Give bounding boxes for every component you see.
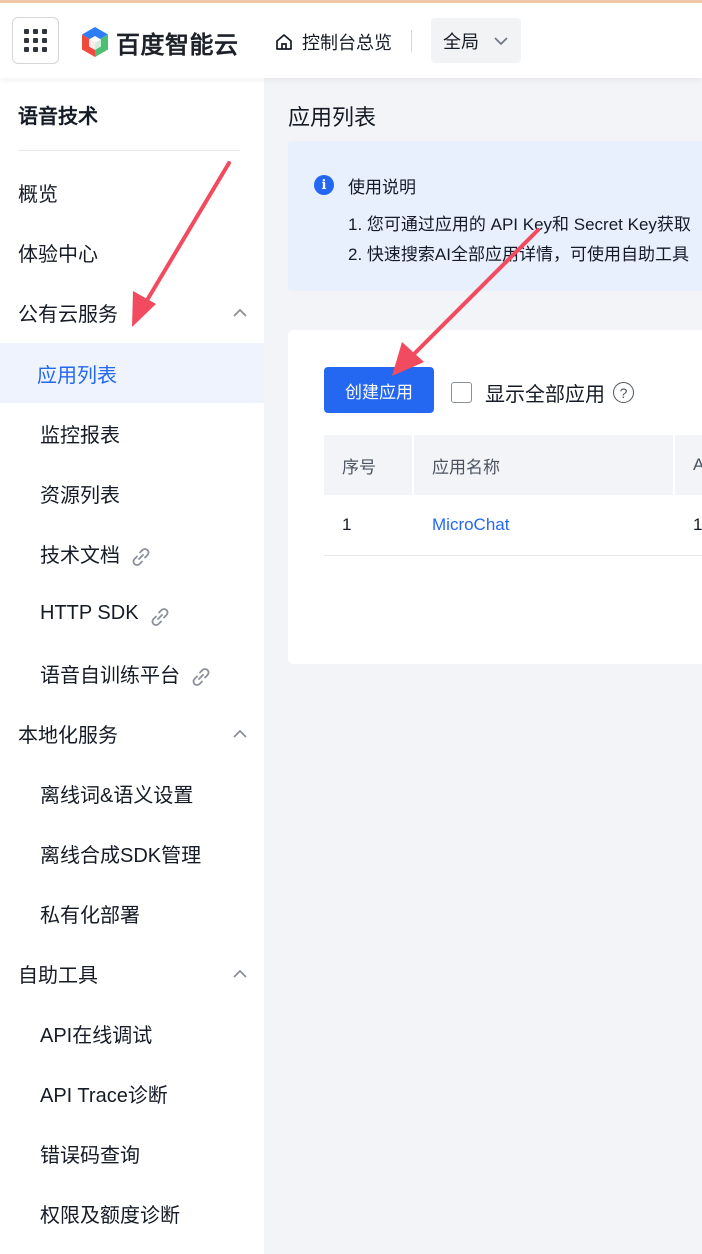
column-header-api-key: A [693,455,702,474]
main-content: 应用列表 i 使用说明 1. 您可通过应用的 API Key和 Secret K… [264,78,702,1254]
sidebar-item-monitor-report[interactable]: 监控报表 [0,403,264,463]
notice-line-1: 1. 您可通过应用的 API Key和 Secret Key获取 [348,215,691,234]
info-icon: i [314,175,334,195]
chevron-up-icon [233,969,247,978]
logo-text: 百度智能云 [116,31,239,59]
sidebar-item-label: 本地化服务 [18,724,118,747]
sidebar-item-api-debug[interactable]: API在线调试 [0,1003,264,1063]
sidebar-item-label: API Trace诊断 [40,1084,168,1107]
sidebar-item-label: 语音自训练平台 [40,664,180,687]
sidebar-item-label: 概览 [18,183,58,206]
baidu-cloud-logo[interactable]: 百度智能云 [80,25,239,59]
sidebar-item-error-code[interactable]: 错误码查询 [0,1123,264,1183]
sidebar-group-local-service[interactable]: 本地化服务 [0,703,264,763]
grid-dot [42,38,47,43]
grid-dot [33,29,38,34]
sidebar-item-label: HTTP SDK [40,601,139,624]
sidebar-divider [18,150,240,151]
show-all-apps-toggle[interactable]: 显示全部应用 ? [451,378,634,407]
sidebar-item-label: 监控报表 [40,424,120,447]
grid-dot [42,29,47,34]
help-icon[interactable]: ? [613,382,634,403]
sidebar-item-label: 公有云服务 [18,303,118,326]
sidebar-item-label: 自助工具 [18,964,98,987]
column-header-index: 序号 [342,457,376,477]
sidebar-item-label: 私有化部署 [40,904,140,927]
show-all-checkbox[interactable] [451,382,472,403]
console-overview-link[interactable]: 控制台总览 [274,29,392,55]
sidebar-title: 语音技术 [18,106,98,128]
sidebar-item-label: 应用列表 [37,364,117,387]
column-header-app-name: 应用名称 [432,457,500,477]
sidebar-group-self-tools[interactable]: 自助工具 [0,943,264,1003]
table-row: 1 MicroChat 1 [324,495,702,556]
link-icon [151,608,168,626]
apps-grid-button[interactable] [12,17,59,64]
sidebar-item-self-training-platform[interactable]: 语音自训练平台 [0,643,264,703]
app-name-link[interactable]: MicroChat [432,495,509,555]
usage-notice: i 使用说明 1. 您可通过应用的 API Key和 Secret Key获取 … [288,141,702,291]
sidebar-item-http-sdk[interactable]: HTTP SDK [0,583,264,643]
grid-dot [24,29,29,34]
sidebar-item-offline-words[interactable]: 离线词&语义设置 [0,763,264,823]
grid-dot [33,38,38,43]
chevron-down-icon [494,36,508,45]
grid-dot [42,47,47,52]
sidebar-group-public-cloud[interactable]: 公有云服务 [0,282,264,342]
sidebar-item-label: 技术文档 [40,544,120,567]
create-app-button[interactable]: 创建应用 [324,367,434,413]
top-header: 百度智能云 控制台总览 全局 [0,3,702,78]
region-label: 全局 [443,31,479,52]
sidebar-item-api-trace[interactable]: API Trace诊断 [0,1063,264,1123]
sidebar-item-label: 错误码查询 [40,1144,140,1167]
sidebar-item-private-deploy[interactable]: 私有化部署 [0,883,264,943]
region-select[interactable]: 全局 [431,18,521,63]
overview-label: 控制台总览 [302,33,392,53]
sidebar-item-overview[interactable]: 概览 [0,162,264,222]
notice-line-2: 2. 快速搜索AI全部应用详情，可使用自助工具 [348,245,689,264]
sidebar-item-resource-list[interactable]: 资源列表 [0,463,264,523]
grid-dot [24,47,29,52]
chevron-up-icon [233,729,247,738]
sidebar-item-offline-sdk[interactable]: 离线合成SDK管理 [0,823,264,883]
app-list-card: 创建应用 显示全部应用 ? 序号 应用名称 A 1 MicroChat 1 [288,330,702,664]
grid-dot [24,38,29,43]
sidebar-item-label: 资源列表 [40,484,120,507]
sidebar-item-quota-diagnose[interactable]: 权限及额度诊断 [0,1183,264,1243]
column-divider [673,435,675,495]
notice-title: 使用说明 [348,178,416,197]
chevron-up-icon [233,308,247,317]
sidebar-item-label: 离线合成SDK管理 [40,844,202,867]
sidebar-item-label: 离线词&语义设置 [40,784,194,807]
cell-api-key: 1 [693,515,702,534]
sidebar-item-label: API在线调试 [40,1024,153,1047]
sidebar-item-experience-center[interactable]: 体验中心 [0,222,264,282]
link-icon [132,548,150,566]
page-title: 应用列表 [288,105,377,130]
home-icon [276,34,292,50]
header-divider [411,30,412,52]
sidebar-item-tech-docs[interactable]: 技术文档 [0,523,264,583]
sidebar: 语音技术 概览 体验中心 公有云服务 应用列表 监控报表 资源列表 技术文档 H… [0,78,264,1254]
cell-index: 1 [342,515,352,534]
column-divider [412,435,414,495]
sidebar-item-label: 体验中心 [18,243,98,266]
sidebar-item-app-list[interactable]: 应用列表 [0,343,264,403]
link-icon [192,668,210,686]
logo-cube-icon [82,27,108,57]
show-all-label: 显示全部应用 [485,384,605,406]
grid-dot [33,47,38,52]
table-header: 序号 应用名称 A [324,435,702,495]
sidebar-item-label: 权限及额度诊断 [40,1204,180,1227]
